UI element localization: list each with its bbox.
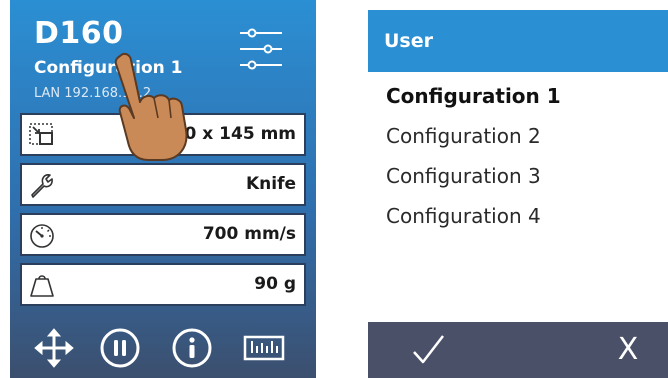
pressure-row[interactable]: 90 g: [20, 263, 306, 306]
pressure-value: 90 g: [254, 274, 296, 294]
speed-row[interactable]: 700 mm/s: [20, 213, 306, 256]
configuration-item-2[interactable]: Configuration 2: [386, 118, 656, 158]
configuration-item-3[interactable]: Configuration 3: [386, 158, 656, 198]
weight-icon: [30, 275, 54, 297]
media-size-row[interactable]: 500 x 145 mm: [20, 113, 306, 156]
gauge-icon: [30, 224, 54, 248]
media-size-icon: [29, 123, 53, 145]
pause-button[interactable]: [98, 326, 142, 370]
active-configuration-label[interactable]: Configuration 1: [34, 58, 182, 78]
wrench-icon: [31, 174, 53, 198]
move-button[interactable]: [32, 326, 76, 370]
sliders-icon: [240, 28, 282, 70]
tool-row[interactable]: Knife: [20, 163, 306, 206]
confirm-button[interactable]: [408, 330, 448, 370]
tool-value: Knife: [245, 174, 296, 194]
move-arrows-icon: [34, 328, 74, 368]
info-button[interactable]: [170, 326, 214, 370]
configuration-item-4[interactable]: Configuration 4: [386, 198, 656, 238]
device-toolbar: [10, 316, 316, 378]
device-model-title: D160: [34, 16, 124, 51]
user-header: User: [368, 10, 668, 72]
speed-value: 700 mm/s: [202, 224, 296, 244]
lan-address: LAN 192.168.10.2: [34, 86, 152, 101]
user-panel: User Configuration 1 Configuration 2 Con…: [368, 0, 668, 378]
ruler-icon: [243, 335, 285, 361]
configuration-item-1[interactable]: Configuration 1: [386, 78, 656, 118]
device-screen: D160 Configuration 1 LAN 192.168.10.2 50…: [10, 0, 316, 378]
checkmark-icon: [413, 335, 444, 364]
media-size-value: 500 x 145 mm: [160, 124, 296, 144]
measure-button[interactable]: [242, 326, 286, 370]
user-header-title: User: [384, 30, 433, 52]
cancel-button[interactable]: X: [608, 322, 648, 378]
pause-icon: [100, 328, 140, 368]
parameter-list: 500 x 145 mm Knife 700 mm/s 90 g: [20, 113, 306, 313]
settings-button[interactable]: [238, 24, 284, 74]
info-icon: [172, 328, 212, 368]
user-footer: X: [368, 322, 668, 378]
configuration-list: Configuration 1 Configuration 2 Configur…: [386, 78, 656, 238]
